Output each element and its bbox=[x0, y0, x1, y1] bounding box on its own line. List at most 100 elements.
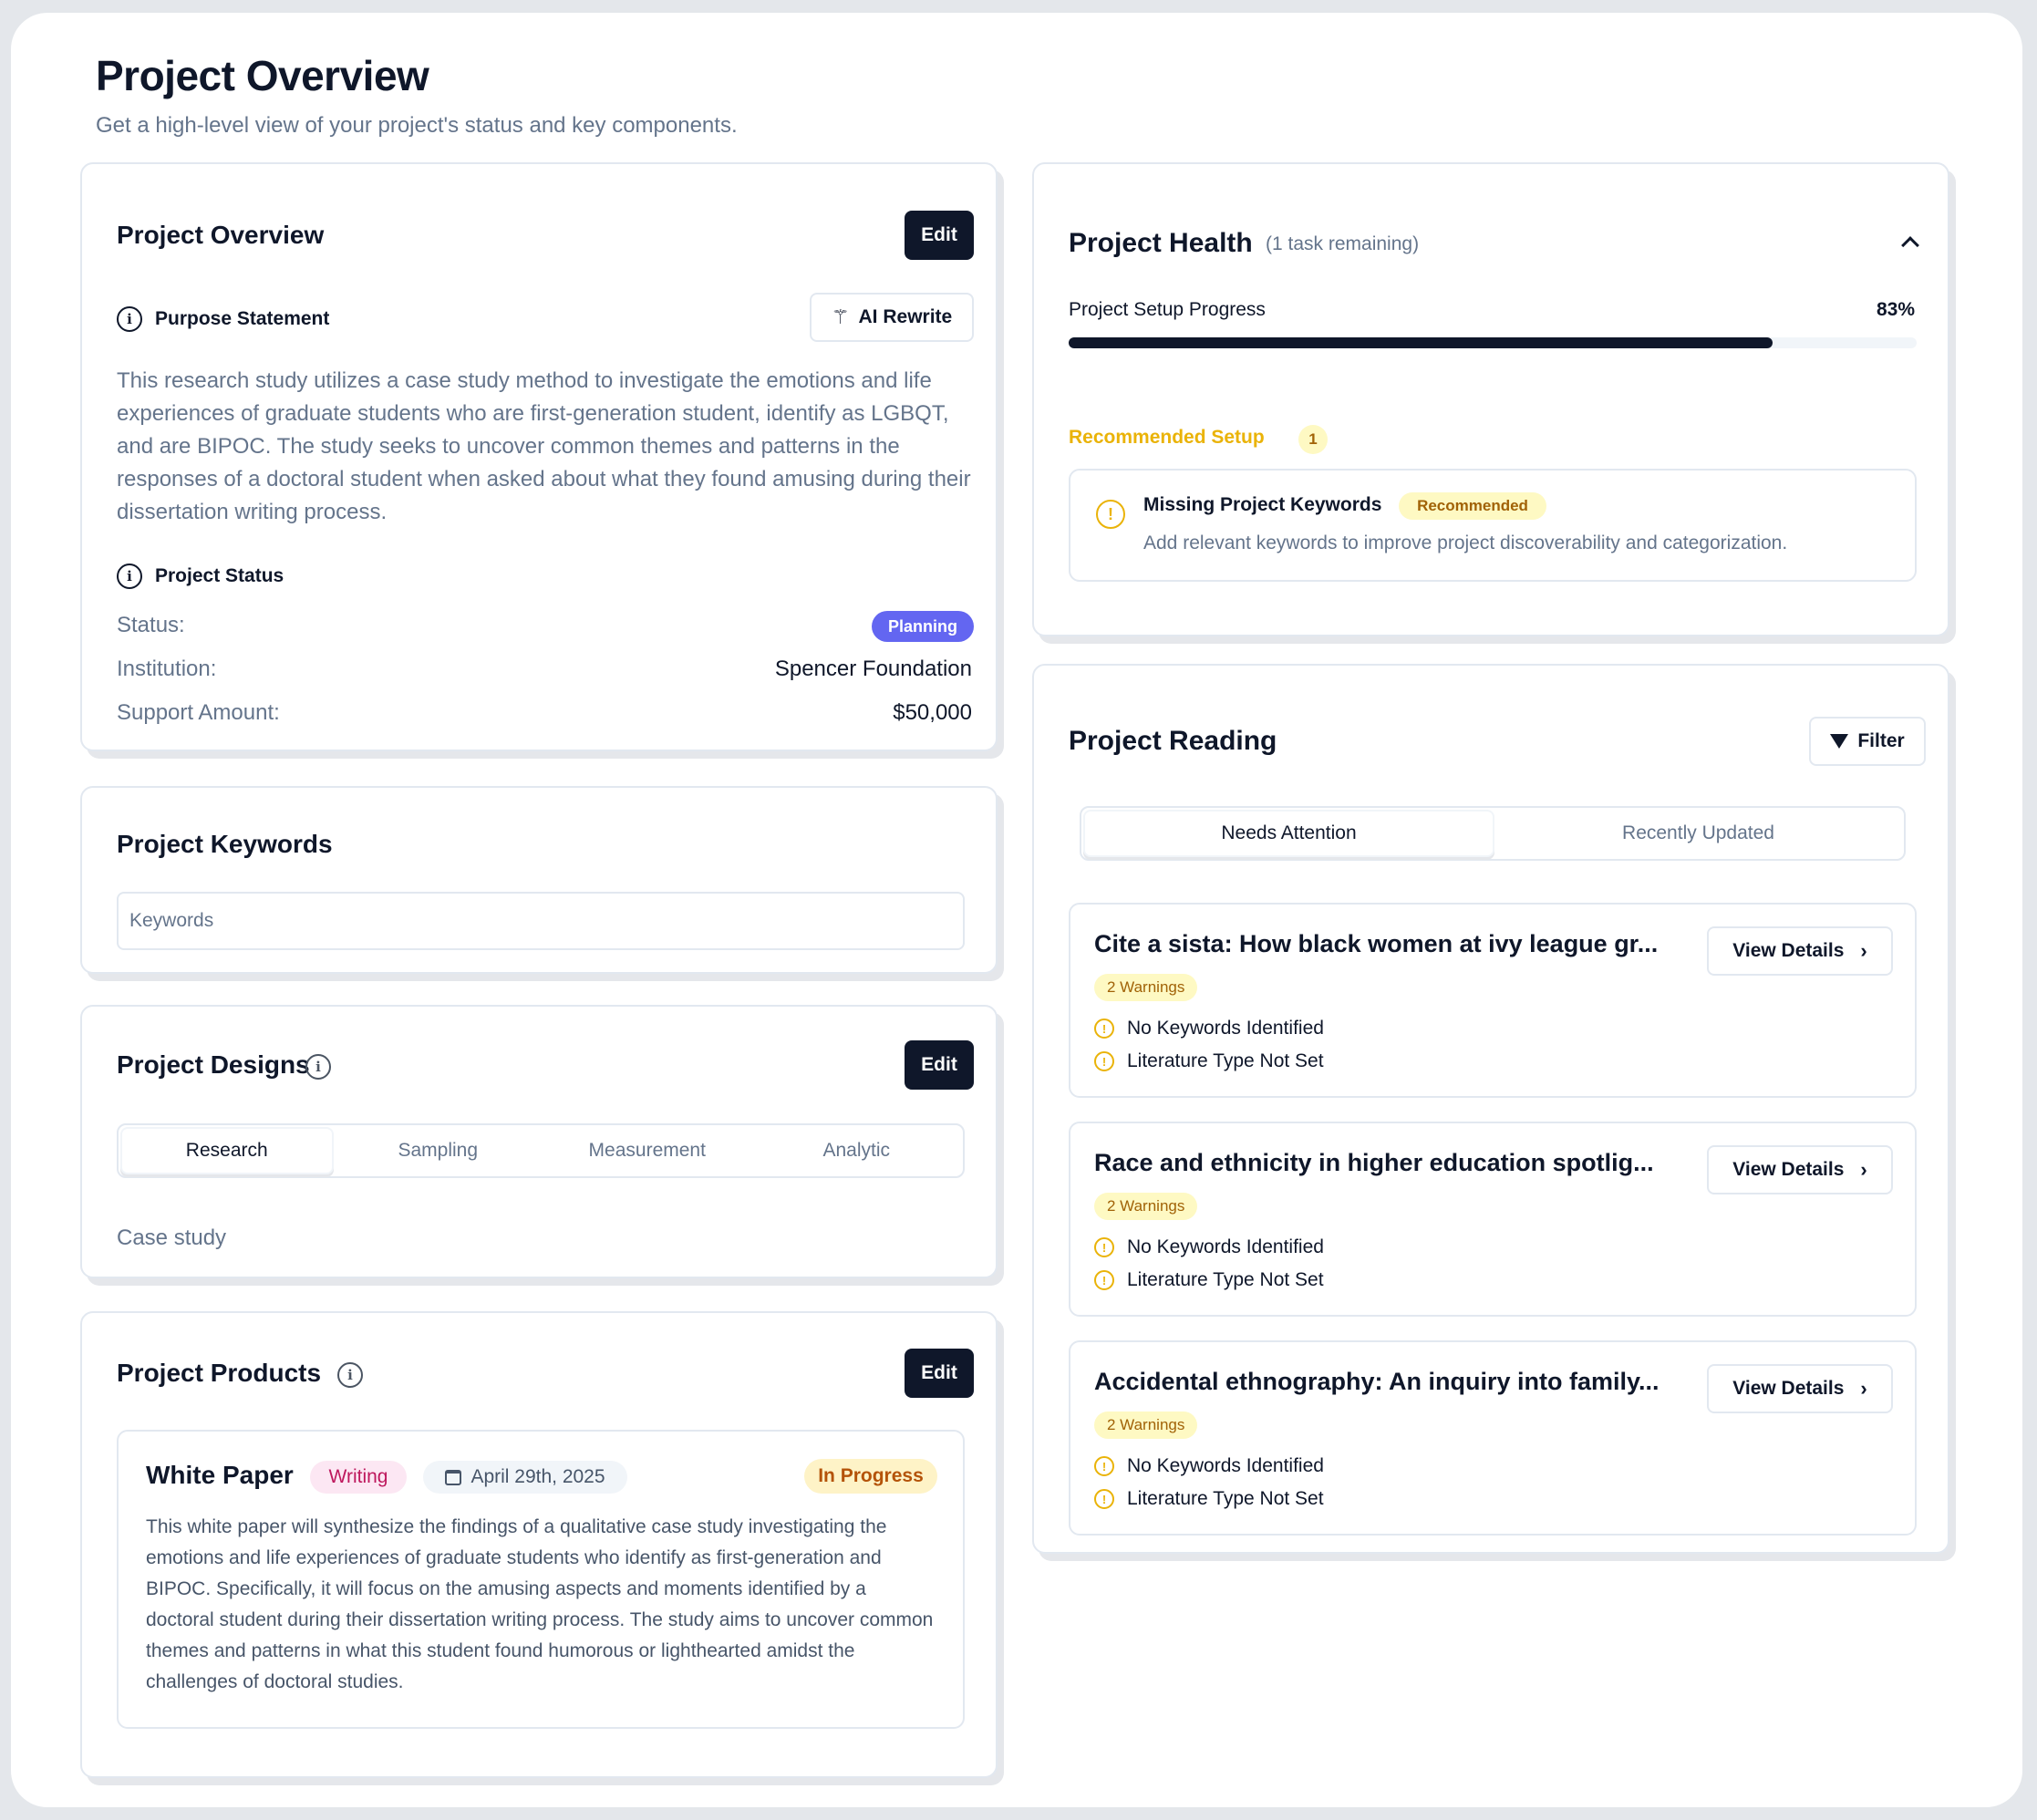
project-status-label: Project Status bbox=[155, 565, 284, 586]
filter-icon bbox=[1830, 734, 1849, 749]
reading-item-title: Accidental ethnography: An inquiry into … bbox=[1094, 1368, 1660, 1395]
warning-row: ! Literature Type Not Set bbox=[1094, 1269, 1324, 1291]
reading-card: Project Reading Filter Needs Attention R… bbox=[1032, 664, 1949, 1554]
warnings-badge: 2 Warnings bbox=[1094, 1193, 1198, 1220]
reading-item[interactable]: Cite a sista: How black women at ivy lea… bbox=[1069, 903, 1917, 1098]
warning-row: ! No Keywords Identified bbox=[1094, 1455, 1324, 1477]
view-details-label: View Details bbox=[1732, 1378, 1845, 1399]
missing-keywords-alert[interactable]: ! Missing Project Keywords Recommended A… bbox=[1069, 469, 1917, 582]
tab-analytic[interactable]: Analytic bbox=[752, 1127, 962, 1174]
warning-icon: ! bbox=[1094, 1270, 1114, 1290]
warning-icon: ! bbox=[1094, 1237, 1114, 1257]
keywords-title: Project Keywords bbox=[117, 830, 333, 858]
page-subtitle: Get a high-level view of your project's … bbox=[96, 113, 738, 138]
tab-research[interactable]: Research bbox=[120, 1127, 334, 1174]
tab-measurement[interactable]: Measurement bbox=[543, 1127, 752, 1174]
product-date: April 29th, 2025 bbox=[470, 1466, 605, 1487]
warnings-badge: 2 Warnings bbox=[1094, 1412, 1198, 1439]
reading-item[interactable]: Accidental ethnography: An inquiry into … bbox=[1069, 1340, 1917, 1536]
alert-text: Add relevant keywords to improve project… bbox=[1143, 533, 1788, 553]
alert-badge: Recommended bbox=[1399, 492, 1546, 520]
product-type-badge: Writing bbox=[310, 1461, 407, 1494]
warning-text: No Keywords Identified bbox=[1127, 1018, 1324, 1039]
support-value: $50,000 bbox=[893, 700, 972, 725]
keywords-card: Project Keywords Keywords bbox=[80, 786, 998, 974]
info-icon: i bbox=[117, 564, 142, 589]
health-card: Project Health (1 task remaining) Projec… bbox=[1032, 162, 1949, 636]
view-details-label: View Details bbox=[1732, 940, 1845, 961]
tab-needs-attention[interactable]: Needs Attention bbox=[1083, 810, 1494, 857]
overview-card: Project Overview Edit i Purpose Statemen… bbox=[80, 162, 998, 751]
warning-icon: ! bbox=[1094, 1051, 1114, 1071]
design-content: Case study bbox=[117, 1225, 227, 1250]
product-date-badge: April 29th, 2025 bbox=[423, 1461, 627, 1494]
warning-row: ! No Keywords Identified bbox=[1094, 1236, 1324, 1258]
warning-row: ! No Keywords Identified bbox=[1094, 1018, 1324, 1039]
warning-icon: ! bbox=[1096, 500, 1125, 529]
product-status-badge: In Progress bbox=[804, 1459, 937, 1494]
reading-item-title: Race and ethnicity in higher education s… bbox=[1094, 1149, 1654, 1176]
warning-icon: ! bbox=[1094, 1456, 1114, 1476]
status-badge: Planning bbox=[872, 611, 974, 642]
chevron-right-icon: › bbox=[1860, 939, 1867, 962]
warning-icon: ! bbox=[1094, 1019, 1114, 1039]
recommended-label: Recommended Setup bbox=[1069, 427, 1265, 448]
info-icon: i bbox=[337, 1362, 363, 1388]
filter-label: Filter bbox=[1857, 730, 1905, 751]
page-title: Project Overview bbox=[96, 52, 429, 99]
keywords-input[interactable]: Keywords bbox=[117, 892, 965, 950]
overview-title: Project Overview bbox=[117, 221, 325, 249]
warning-text: No Keywords Identified bbox=[1127, 1455, 1324, 1476]
view-details-button[interactable]: View Details › bbox=[1707, 1145, 1893, 1194]
support-label: Support Amount: bbox=[117, 700, 280, 725]
purpose-text: This research study utilizes a case stud… bbox=[117, 368, 971, 524]
progress-label: Project Setup Progress bbox=[1069, 299, 1266, 320]
reading-item-title: Cite a sista: How black women at ivy lea… bbox=[1094, 930, 1659, 957]
designs-edit-button[interactable]: Edit bbox=[905, 1040, 974, 1090]
magic-wand-icon: ⚚ bbox=[831, 305, 850, 328]
product-title: White Paper bbox=[146, 1461, 294, 1489]
health-title: Project Health bbox=[1069, 228, 1253, 258]
ai-rewrite-label: AI Rewrite bbox=[858, 306, 953, 327]
products-title: Project Products bbox=[117, 1359, 322, 1387]
warning-icon: ! bbox=[1094, 1489, 1114, 1509]
progress-fill bbox=[1069, 337, 1773, 348]
products-card: Project Products i Edit White Paper Writ… bbox=[80, 1311, 998, 1778]
warning-text: Literature Type Not Set bbox=[1127, 1050, 1324, 1071]
reading-item[interactable]: Race and ethnicity in higher education s… bbox=[1069, 1122, 1917, 1317]
warnings-badge: 2 Warnings bbox=[1094, 974, 1198, 1001]
alert-title: Missing Project Keywords bbox=[1143, 494, 1382, 515]
reading-title: Project Reading bbox=[1069, 726, 1277, 756]
view-details-button[interactable]: View Details › bbox=[1707, 926, 1893, 976]
purpose-label: Purpose Statement bbox=[155, 308, 330, 329]
designs-card: Project Designs i Edit Research Sampling… bbox=[80, 1005, 998, 1278]
warning-text: No Keywords Identified bbox=[1127, 1236, 1324, 1257]
chevron-right-icon: › bbox=[1860, 1158, 1867, 1181]
view-details-button[interactable]: View Details › bbox=[1707, 1364, 1893, 1413]
recommended-count: 1 bbox=[1298, 425, 1328, 454]
health-remaining: (1 task remaining) bbox=[1266, 233, 1420, 254]
info-icon: i bbox=[305, 1054, 331, 1080]
tab-recently-updated[interactable]: Recently Updated bbox=[1494, 810, 1902, 857]
filter-button[interactable]: Filter bbox=[1809, 717, 1926, 766]
progress-value: 83% bbox=[1876, 299, 1915, 320]
institution-label: Institution: bbox=[117, 657, 217, 681]
reading-tabs: Needs Attention Recently Updated bbox=[1080, 806, 1906, 861]
product-description: This white paper will synthesize the fin… bbox=[146, 1516, 934, 1692]
view-details-label: View Details bbox=[1732, 1159, 1845, 1180]
progress-track bbox=[1069, 337, 1917, 348]
warning-text: Literature Type Not Set bbox=[1127, 1488, 1324, 1509]
designs-title: Project Designs bbox=[117, 1050, 310, 1079]
status-label: Status: bbox=[117, 613, 185, 637]
info-icon: i bbox=[117, 306, 142, 332]
product-item[interactable]: White Paper Writing April 29th, 2025 In … bbox=[117, 1430, 965, 1729]
warning-text: Literature Type Not Set bbox=[1127, 1269, 1324, 1290]
warning-row: ! Literature Type Not Set bbox=[1094, 1488, 1324, 1510]
products-edit-button[interactable]: Edit bbox=[905, 1349, 974, 1398]
tab-sampling[interactable]: Sampling bbox=[334, 1127, 543, 1174]
chevron-right-icon: › bbox=[1860, 1377, 1867, 1400]
collapse-chevron-icon[interactable] bbox=[1901, 236, 1919, 254]
institution-value: Spencer Foundation bbox=[774, 657, 972, 681]
ai-rewrite-button[interactable]: ⚚ AI Rewrite bbox=[810, 293, 974, 342]
overview-edit-button[interactable]: Edit bbox=[905, 211, 974, 260]
